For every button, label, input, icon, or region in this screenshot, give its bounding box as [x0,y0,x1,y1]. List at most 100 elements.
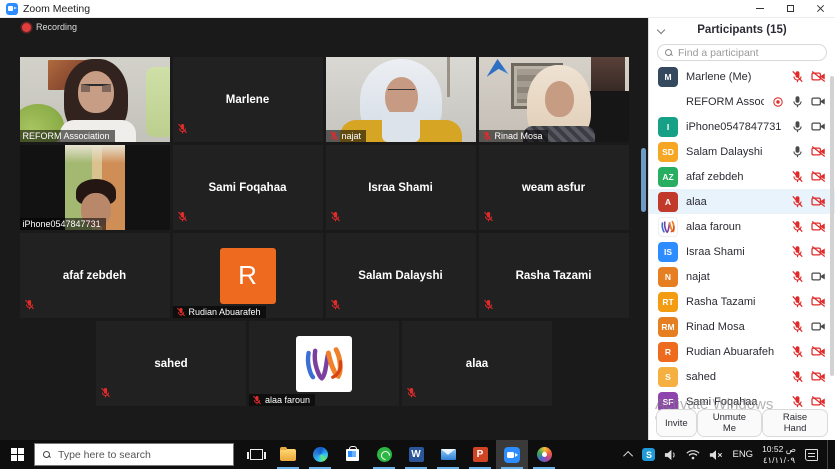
edge-taskbar-button[interactable] [304,440,336,469]
action-center-icon[interactable] [805,449,818,461]
video-tile[interactable]: weam asfur [479,145,629,230]
raise-hand-button[interactable]: Raise Hand [762,409,828,437]
participant-row[interactable]: Ssahed [649,364,835,389]
video-tile[interactable]: najat [326,57,476,142]
participant-search-box[interactable] [657,44,827,61]
tile-name-label: Salam Dalayshi [326,233,476,318]
participant-avatar: AZ [658,167,678,187]
video-tile[interactable]: Rasha Tazami [479,233,629,318]
video-area: Recording REFORM AssociationMarlene naja… [0,18,648,440]
wifi-icon[interactable] [686,449,700,460]
taskbar-search-placeholder: Type here to search [58,449,151,461]
participants-header: Participants (15) [649,18,835,42]
video-tile[interactable]: Marlene [173,57,323,142]
mic-muted-indicator [483,297,494,315]
language-indicator[interactable]: ENG [732,449,753,460]
start-button[interactable] [0,440,34,469]
recording-label: Recording [36,22,77,32]
mic-on-icon [791,120,804,133]
task-view-icon [250,449,263,460]
participant-name: Rudian Abuarafeh [686,346,783,358]
unmute-me-button[interactable]: Unmute Me [697,409,762,437]
participant-row[interactable]: IiPhone0547847731 [649,114,835,139]
mic-muted-icon [100,387,111,398]
company-logo [302,342,346,386]
video-off-icon [811,245,826,258]
video-tile[interactable]: REFORM Association [20,57,170,142]
participant-row[interactable]: REFORM Association (Host) [649,89,835,114]
mic-muted-icon [252,395,262,405]
participant-search-input[interactable] [678,47,819,59]
maximize-button[interactable] [775,0,805,17]
video-grid-scrollbar[interactable] [641,148,646,212]
mic-muted-icon [176,307,186,317]
word-taskbar-button[interactable]: W [400,440,432,469]
search-icon [43,451,51,459]
participant-name: afaf zebdeh [686,171,783,183]
video-tile[interactable]: iPhone0547847731 [20,145,170,230]
participant-row[interactable]: alaa faroun [649,214,835,239]
video-off-icon [811,345,826,358]
participant-row[interactable]: Nnajat [649,264,835,289]
video-tile[interactable]: alaa [402,321,552,406]
mic-muted-icon [791,70,804,83]
show-desktop-button[interactable] [827,440,831,469]
participant-row[interactable]: MMarlene (Me) [649,64,835,89]
participant-name: Salam Dalayshi [686,146,783,158]
file-explorer-taskbar-button[interactable] [272,440,304,469]
zoom-taskbar-button[interactable] [496,440,528,469]
mic-muted-icon [330,211,341,222]
participant-row[interactable]: ISIsraa Shami [649,239,835,264]
volume-muted-icon[interactable] [709,449,723,461]
participant-avatar: A [658,192,678,212]
mic-muted-icon [791,195,804,208]
video-tile[interactable]: Salam Dalayshi [326,233,476,318]
taskbar-search-box[interactable]: Type here to search [34,443,234,466]
invite-button[interactable]: Invite [656,409,697,437]
video-off-icon [811,195,826,208]
video-on-icon [811,95,826,108]
participant-row[interactable]: RMRinad Mosa [649,314,835,339]
video-tile[interactable]: alaa faroun [249,321,399,406]
microsoft-store-taskbar-button[interactable] [336,440,368,469]
participant-row[interactable]: SDSalam Dalayshi [649,139,835,164]
skype-tray-icon[interactable]: S [642,448,655,461]
mail-taskbar-button[interactable] [432,440,464,469]
close-icon [816,4,825,13]
video-tile[interactable]: Israa Shami [326,145,476,230]
taskbar-clock[interactable]: 10:52 ص ٤١/١١/٠٩ [762,444,796,465]
participant-status-icons [791,145,826,158]
participant-row[interactable]: AZ afaf zebdeh [649,164,835,189]
participant-status-icons [791,195,826,208]
participant-status-icons [791,220,826,233]
task-view-button[interactable] [240,440,272,469]
taskbar: Type here to search W P S ENG 10:52 ص ٤١/… [0,440,835,469]
participant-row[interactable]: Aalaa [649,189,835,214]
powerpoint-taskbar-button[interactable]: P [464,440,496,469]
video-on-icon [811,320,826,333]
participant-status-icons [791,245,826,258]
chevron-down-icon[interactable] [657,26,665,34]
close-button[interactable] [805,0,835,17]
minimize-button[interactable] [745,0,775,17]
tray-expand-icon[interactable] [624,451,634,461]
video-tile[interactable]: R Rudian Abuarafeh [173,233,323,318]
whatsapp-taskbar-button[interactable] [368,440,400,469]
tile-name-label: sahed [96,321,246,406]
participant-status-icons [791,345,826,358]
participant-avatar: N [658,267,678,287]
speaker-icon[interactable] [664,449,677,461]
video-tile[interactable]: sahed [96,321,246,406]
video-tile[interactable]: Sami Foqahaa [173,145,323,230]
window-title: Zoom Meeting [23,3,90,15]
photos-taskbar-button[interactable] [528,440,560,469]
participant-row[interactable]: RRudian Abuarafeh [649,339,835,364]
participants-scrollbar[interactable] [830,76,834,376]
participant-row[interactable]: RTRasha Tazami [649,289,835,314]
video-tile[interactable]: Rinad Mosa [479,57,629,142]
tile-name-label: najat [326,130,367,142]
powerpoint-icon: P [473,447,488,462]
video-tile[interactable]: afaf zebdeh [20,233,170,318]
mic-muted-icon [482,131,492,141]
video-off-icon [811,220,826,233]
